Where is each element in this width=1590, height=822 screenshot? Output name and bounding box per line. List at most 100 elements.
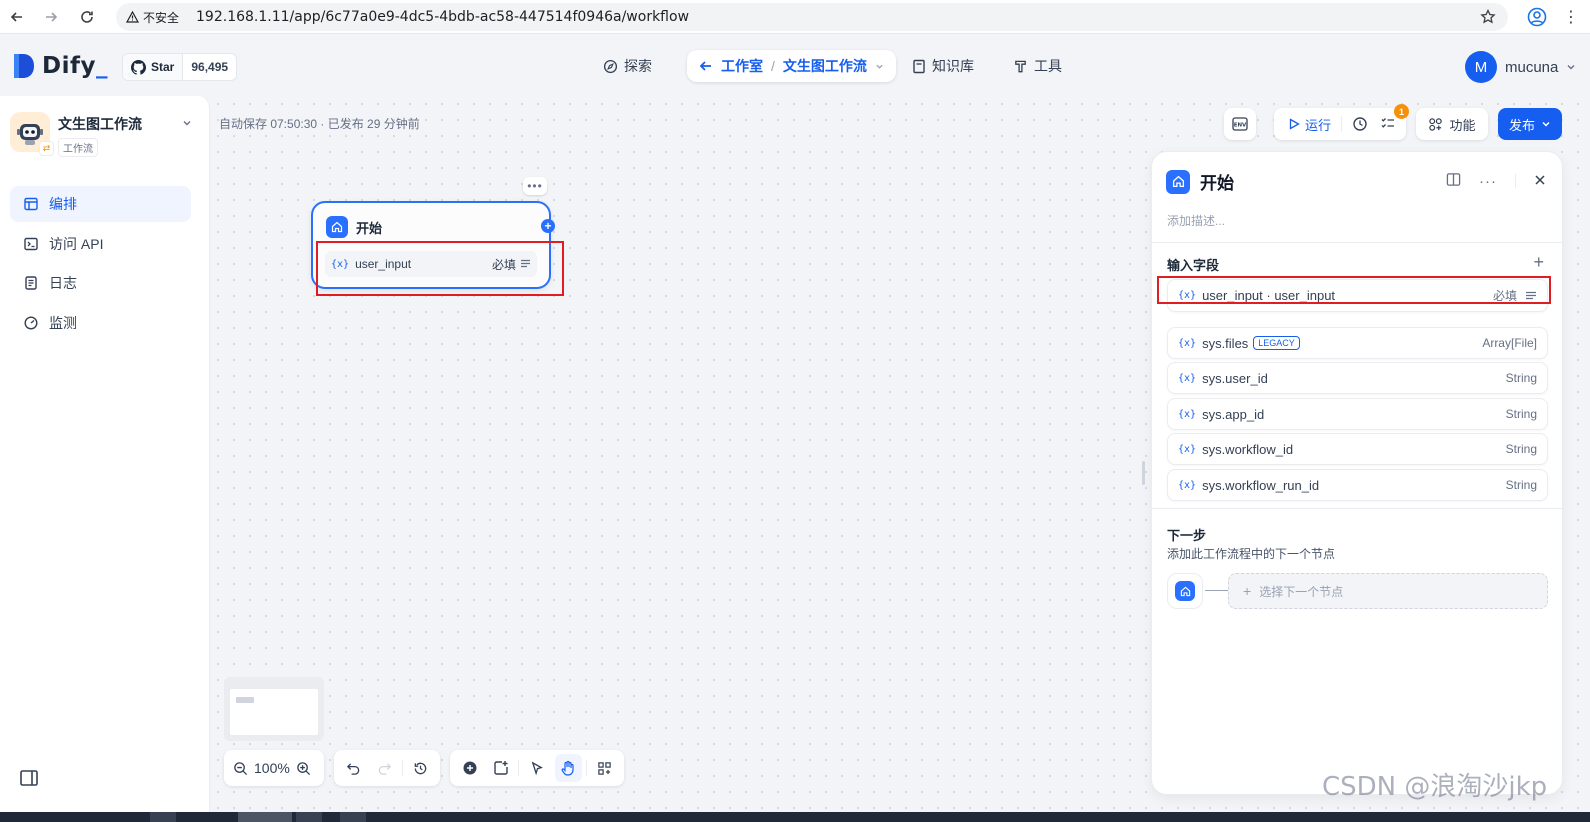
next-step-description: 添加此工作流程中的下一个节点 [1167, 547, 1336, 561]
url-text: 192.168.1.11/app/6c77a0e9-4dc5-4bdb-ac58… [196, 9, 690, 25]
pointer-icon[interactable] [523, 754, 550, 782]
profile-icon[interactable] [1526, 6, 1548, 28]
home-icon [1175, 581, 1195, 601]
security-indicator[interactable]: 不安全 [126, 9, 192, 26]
layout-icon [23, 196, 39, 212]
zoom-out-icon[interactable] [230, 754, 250, 782]
nav-explore-label: 探索 [624, 58, 652, 74]
env-button[interactable]: ENV [1224, 108, 1256, 140]
app-info[interactable]: ⇄ 文生图工作流 工作流 [10, 112, 142, 157]
add-next-node-icon[interactable]: + [541, 219, 555, 233]
arrow-left-icon[interactable] [699, 59, 713, 73]
more-options-icon[interactable]: ··· [1479, 173, 1497, 190]
hand-icon[interactable] [554, 754, 582, 782]
file-list-icon [23, 275, 39, 291]
history-clock-icon [1353, 117, 1367, 131]
minimap[interactable] [224, 677, 324, 741]
select-next-node-label: 选择下一个节点 [1259, 584, 1344, 599]
dify-logo[interactable]: Dify_ [12, 52, 108, 80]
select-next-node-button[interactable]: + 选择下一个节点 [1228, 573, 1548, 609]
sidebar-item-logs[interactable]: 日志 [10, 265, 191, 301]
node-config-panel: 开始 ··· 添加描述... 输入字段 + {x} user_input · u… [1151, 151, 1564, 795]
browser-toolbar: 不安全 192.168.1.11/app/6c77a0e9-4dc5-4bdb-… [0, 0, 1590, 34]
chevron-down-icon [876, 64, 883, 69]
studio-breadcrumb[interactable]: 工作室 / 文生图工作流 [687, 50, 896, 82]
sidebar-item-orchestrate[interactable]: 编排 [10, 186, 191, 222]
run-label: 运行 [1305, 117, 1332, 133]
nav-studio-label[interactable]: 工作室 [721, 56, 763, 76]
chevron-down-icon [1567, 65, 1575, 70]
autosave-status: 自动保存 07:50:30 · 已发布 29 分钟前 [219, 117, 420, 131]
panel-resize-handle[interactable] [1142, 461, 1145, 485]
nav-explore[interactable]: 探索 [603, 50, 652, 82]
undo-icon[interactable] [340, 754, 367, 782]
back-icon[interactable] [6, 6, 28, 28]
plus-icon: + [1243, 583, 1252, 599]
app-header: Dify_ Star 96,495 探索 工作室 / 文生图工作流 知识库 工具… [0, 34, 1590, 96]
add-input-icon[interactable]: + [1533, 252, 1544, 273]
sys-variable-row[interactable]: {x} sys.user_id String [1167, 362, 1548, 394]
chevron-down-icon[interactable] [182, 118, 192, 128]
minimap-viewport [230, 689, 318, 735]
address-bar[interactable]: 不安全 192.168.1.11/app/6c77a0e9-4dc5-4bdb-… [116, 3, 1508, 31]
sys-variable-row[interactable]: {x} sys.files LEGACY Array[File] [1167, 327, 1548, 359]
zoom-control: 100% [224, 750, 324, 786]
sys-variable-row[interactable]: {x} sys.workflow_id String [1167, 433, 1548, 465]
split-view-icon[interactable] [1446, 172, 1461, 190]
redo-icon[interactable] [371, 754, 398, 782]
version-history-icon[interactable] [407, 754, 434, 782]
user-menu[interactable]: M mucuna [1465, 51, 1576, 83]
highlight-box [316, 241, 564, 296]
watermark: CSDN @浪淘沙jkp [1322, 772, 1548, 802]
node-more-icon[interactable]: ••• [523, 177, 547, 195]
nav-knowledge-label: 知识库 [932, 58, 974, 74]
publish-button[interactable]: 发布 [1498, 108, 1562, 140]
layout-organize-icon[interactable] [591, 754, 618, 782]
features-label: 功能 [1449, 117, 1476, 133]
zoom-level[interactable]: 100% [254, 760, 290, 776]
add-node-icon[interactable] [456, 754, 483, 782]
history-button[interactable] [1346, 110, 1374, 138]
sys-variable-type: String [1505, 442, 1537, 456]
taskbar-item[interactable] [238, 812, 292, 822]
sys-variable-name: sys.workflow_run_id [1202, 477, 1320, 493]
sidebar-item-api[interactable]: 访问 API [10, 226, 191, 262]
start-node-title: 开始 [356, 220, 383, 236]
nav-tools-label: 工具 [1034, 58, 1062, 74]
zoom-in-icon[interactable] [294, 754, 314, 782]
app-sidebar: ⇄ 文生图工作流 工作流 编排 访问 API 日志 监测 [0, 96, 210, 812]
nav-knowledge[interactable]: 知识库 [912, 50, 974, 82]
collapse-sidebar-icon[interactable] [20, 770, 40, 790]
reload-icon[interactable] [76, 6, 98, 28]
features-grid-icon [1429, 117, 1443, 131]
chevron-down-icon [1542, 121, 1550, 127]
features-button[interactable]: 功能 [1416, 108, 1488, 140]
taskbar-item[interactable] [296, 812, 322, 822]
sys-variable-row[interactable]: {x} sys.app_id String [1167, 398, 1548, 430]
browser-menu-icon[interactable]: ⋮ [1562, 6, 1580, 28]
variable-icon: {x} [1178, 372, 1197, 384]
taskbar-item[interactable] [340, 812, 366, 822]
nav-tools[interactable]: 工具 [1013, 50, 1062, 82]
github-icon [131, 59, 146, 75]
compass-icon [603, 59, 618, 73]
input-fields-title: 输入字段 [1167, 258, 1220, 273]
forward-icon[interactable] [40, 6, 62, 28]
sys-variable-name: sys.user_id [1202, 370, 1268, 386]
github-star-button[interactable]: Star 96,495 [122, 53, 238, 81]
add-note-icon[interactable] [487, 754, 514, 782]
bookmark-star-icon[interactable] [1478, 7, 1498, 27]
sidebar-item-label: 监测 [49, 315, 77, 331]
sys-variable-row[interactable]: {x} sys.workflow_run_id String [1167, 469, 1548, 501]
run-button[interactable]: 运行 [1274, 108, 1341, 140]
connector-line [1205, 590, 1229, 591]
description-input[interactable]: 添加描述... [1167, 212, 1225, 229]
publish-label: 发布 [1508, 117, 1535, 133]
taskbar-item[interactable] [150, 812, 176, 822]
close-icon[interactable] [1534, 173, 1546, 189]
panel-title[interactable]: 开始 [1200, 169, 1234, 194]
sidebar-item-monitor[interactable]: 监测 [10, 305, 191, 341]
current-app-label[interactable]: 文生图工作流 [783, 56, 867, 76]
sys-variable-type: String [1505, 407, 1537, 421]
sys-variable-type: String [1505, 478, 1537, 492]
